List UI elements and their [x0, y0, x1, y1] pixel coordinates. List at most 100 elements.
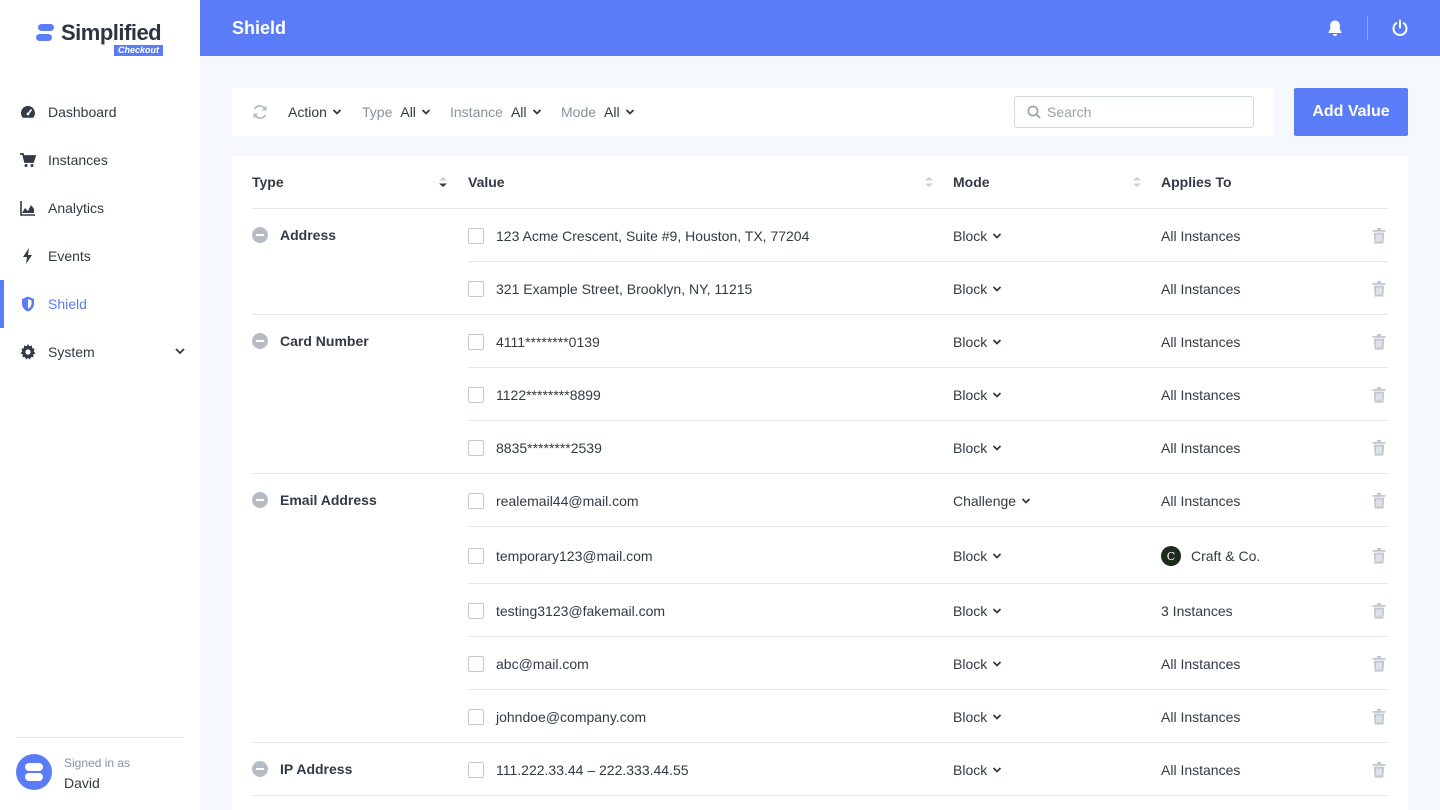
chevron-down-icon [993, 339, 1002, 345]
row-checkbox[interactable] [468, 387, 484, 403]
row-checkbox[interactable] [468, 656, 484, 672]
row-checkbox[interactable] [468, 334, 484, 350]
mode-dropdown[interactable]: Block [953, 762, 1002, 778]
trash-icon[interactable] [1372, 440, 1386, 456]
table-row: temporary123@mail.com Block C Craft & Co. [468, 527, 1388, 584]
trash-icon[interactable] [1372, 334, 1386, 350]
mode-dropdown[interactable]: Block [953, 709, 1002, 725]
trash-icon[interactable] [1372, 493, 1386, 509]
chevron-down-icon [993, 767, 1002, 773]
row-checkbox[interactable] [468, 440, 484, 456]
mode-dropdown[interactable]: Block [953, 228, 1002, 244]
sidebar-item-system[interactable]: System [0, 328, 200, 376]
applies-to: All Instances [1161, 334, 1240, 350]
row-checkbox[interactable] [468, 603, 484, 619]
add-value-button[interactable]: Add Value [1294, 88, 1408, 136]
chevron-down-icon [1021, 498, 1031, 504]
row-checkbox[interactable] [468, 762, 484, 778]
collapse-minus-icon[interactable] [252, 761, 268, 777]
group-type: Address [252, 227, 336, 243]
row-checkbox[interactable] [468, 709, 484, 725]
trash-icon[interactable] [1372, 709, 1386, 725]
sidebar-item-analytics[interactable]: Analytics [0, 184, 200, 232]
group-type-label: Address [280, 227, 337, 243]
bolt-icon [23, 248, 32, 264]
mode-dropdown[interactable]: Block [953, 548, 1002, 564]
bell-icon[interactable] [1326, 19, 1344, 37]
mode-dropdown[interactable]: Challenge [953, 493, 1031, 509]
row-checkbox[interactable] [468, 281, 484, 297]
row-value: 321 Example Street, Brooklyn, NY, 11215 [496, 281, 753, 297]
row-group: Email Address realemail44@mail.com Challen… [252, 474, 1388, 743]
trash-icon[interactable] [1372, 656, 1386, 672]
table-row: abc@mail.com Block All Instances [468, 637, 1388, 690]
power-icon[interactable] [1391, 19, 1409, 37]
refresh-icon[interactable] [252, 104, 268, 120]
column-header-value[interactable]: Value [468, 174, 505, 190]
sidebar-item-dashboard[interactable]: Dashboard [0, 88, 200, 136]
applies-to-value: All Instances [1161, 387, 1241, 403]
trash-icon[interactable] [1372, 387, 1386, 403]
mode-dropdown[interactable]: Block [953, 387, 1002, 403]
row-checkbox[interactable] [468, 493, 484, 509]
user-name: David [64, 775, 100, 791]
sidebar-item-instances[interactable]: Instances [0, 136, 200, 184]
cart-icon [20, 153, 36, 167]
column-header-type[interactable]: Type [252, 174, 284, 190]
avatar[interactable] [16, 754, 52, 790]
applies-to: All Instances [1161, 709, 1240, 725]
table-row: 123 Acme Crescent, Suite #9, Houston, TX… [468, 209, 1388, 262]
applies-to-value: All Instances [1161, 228, 1241, 244]
sort-desc-icon[interactable] [438, 175, 448, 189]
column-header-applies-to[interactable]: Applies To [1161, 174, 1232, 190]
applies-to: All Instances [1161, 387, 1240, 403]
mode-dropdown[interactable]: Block [953, 656, 1002, 672]
applies-to-value: All Instances [1161, 334, 1241, 350]
brand-logo[interactable]: Simplified Checkout [36, 20, 176, 60]
mode-dropdown[interactable]: Block [953, 440, 1002, 456]
type-filter-label: Type [362, 104, 393, 120]
trash-icon[interactable] [1372, 762, 1386, 778]
brand-mark-icon [36, 24, 56, 42]
applies-to: All Instances [1161, 281, 1240, 297]
mode-dropdown[interactable]: Block [953, 603, 1002, 619]
table-header: Type Value Mode Applies To [252, 156, 1388, 209]
applies-to-value: Craft & Co. [1191, 548, 1261, 564]
shield-table: Type Value Mode Applies To Address 123 Ac… [232, 156, 1408, 810]
row-group: IP Address 111.222.33.44 – 222.333.44.55 B… [252, 743, 1388, 796]
collapse-minus-icon[interactable] [252, 333, 268, 349]
sort-icon[interactable] [924, 175, 934, 189]
row-checkbox[interactable] [468, 228, 484, 244]
mode-dropdown[interactable]: Block [953, 281, 1002, 297]
sidebar-item-events[interactable]: Events [0, 232, 200, 280]
chevron-down-icon [993, 714, 1002, 720]
trash-icon[interactable] [1372, 548, 1386, 564]
trash-icon[interactable] [1372, 281, 1386, 297]
action-dropdown[interactable]: Action [288, 104, 342, 120]
collapse-minus-icon[interactable] [252, 227, 268, 243]
filter-toolbar: Action Type All Instance All Mode All [232, 88, 1274, 136]
trash-icon[interactable] [1372, 603, 1386, 619]
table-row: 4111********0139 Block All Instances [468, 315, 1388, 368]
applies-to: All Instances [1161, 656, 1240, 672]
chevron-down-icon [993, 553, 1002, 559]
trash-icon[interactable] [1372, 228, 1386, 244]
sort-icon[interactable] [1132, 175, 1142, 189]
collapse-minus-icon[interactable] [252, 492, 268, 508]
applies-to: 3 Instances [1161, 603, 1233, 619]
mode-filter[interactable]: Mode All [561, 104, 635, 120]
sidebar-item-shield[interactable]: Shield [0, 280, 200, 328]
column-header-mode[interactable]: Mode [953, 174, 990, 190]
type-filter[interactable]: Type All [362, 104, 431, 120]
table-row: testing3123@fakemail.com Block 3 Instances [468, 584, 1388, 637]
instance-filter[interactable]: Instance All [450, 104, 542, 120]
applies-to: All Instances [1161, 493, 1240, 509]
row-value: realemail44@mail.com [496, 493, 639, 509]
search-input[interactable] [1047, 103, 1243, 121]
mode-dropdown-value: Block [953, 281, 988, 297]
table-row: 321 Example Street, Brooklyn, NY, 11215 B… [468, 262, 1388, 315]
row-value: 123 Acme Crescent, Suite #9, Houston, TX… [496, 228, 810, 244]
mode-dropdown[interactable]: Block [953, 334, 1002, 350]
row-checkbox[interactable] [468, 548, 484, 564]
chevron-down-icon[interactable] [174, 345, 186, 357]
